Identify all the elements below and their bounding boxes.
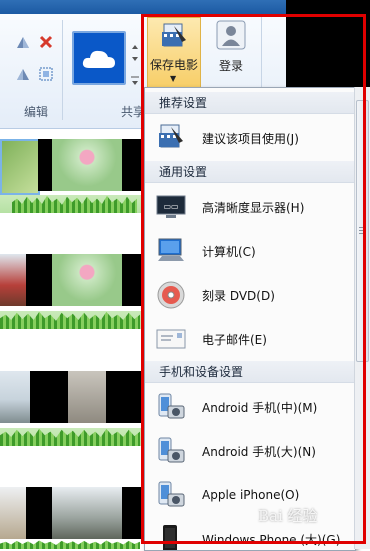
menu-item-label: 电子邮件(E) [202,332,267,347]
menu-item-burn-dvd[interactable]: 刻录 DVD(D) [145,273,355,317]
menu-item-computer[interactable]: 计算机(C) [145,229,355,273]
group-label-share: 共享 [121,105,146,119]
cloud-icon [82,50,115,68]
login-button[interactable]: 登录 [208,17,254,79]
clip-thumbnail[interactable] [30,371,68,423]
section-header-recommended: 推荐设置 [145,92,355,114]
section-header-devices: 手机和设备设置 [145,361,355,383]
rotate-right-icon[interactable] [13,64,33,84]
clip-thumbnail[interactable] [0,371,30,423]
clip-thumbnail[interactable] [122,139,145,191]
email-icon [155,323,187,355]
menu-item-iphone[interactable]: Apple iPhone(O) [145,473,355,517]
save-movie-button[interactable]: 保存电影 ▼ [147,17,201,91]
clip-thumbnail[interactable] [0,487,26,539]
menu-item-windows-phone[interactable]: Windows Phone (大)(G) [145,517,355,550]
clip-thumbnail[interactable] [0,254,26,306]
iphone-icon [155,479,187,511]
clip-thumbnail[interactable] [52,487,122,539]
hd-display-icon: ▭▭ [155,191,187,223]
clip-thumbnail[interactable] [52,254,122,306]
menu-item-email[interactable]: 电子邮件(E) [145,317,355,361]
user-icon [216,20,246,50]
save-movie-label: 保存电影 [149,58,198,72]
dvd-icon [155,279,187,311]
svg-text:▭▭: ▭▭ [163,202,178,211]
windows-phone-icon [155,523,187,550]
clip-thumbnail[interactable] [26,254,52,306]
save-movie-menu: 推荐设置 建议该项目使用(J) 通用设置 ▭▭ 高清晰度显示器(H) 计算机(C… [144,87,356,551]
group-label-edit: 编辑 [24,105,49,119]
clip-thumbnail[interactable] [122,254,145,306]
clip-thumbnail[interactable] [52,139,122,191]
menu-item-label: Windows Phone (大)(G) [202,532,341,547]
section-header-general: 通用设置 [145,161,355,183]
recommend-icon [155,122,187,154]
android-phone-icon [155,391,187,423]
menu-item-recommended[interactable]: 建议该项目使用(J) [145,116,355,160]
clip-thumbnail[interactable] [38,139,52,191]
menu-item-label: Android 手机(中)(M) [202,400,318,415]
chevron-down-icon: ▼ [170,74,177,83]
select-all-icon[interactable] [36,64,56,84]
menu-item-label: 计算机(C) [202,244,256,259]
rotate-left-icon[interactable] [13,32,33,52]
clip-thumbnail[interactable] [68,371,106,423]
clip-thumbnail[interactable] [106,371,145,423]
watermark: Bai 经验 [258,507,318,525]
menu-item-label: 高清晰度显示器(H) [202,200,305,215]
login-label: 登录 [218,59,243,73]
separator [62,20,63,120]
gallery-scroll[interactable] [129,31,141,91]
onedrive-button[interactable] [72,31,126,85]
android-phone-icon [155,435,187,467]
menu-item-hd-display[interactable]: ▭▭ 高清晰度显示器(H) [145,185,355,229]
film-save-icon [162,23,186,47]
menu-item-android-medium[interactable]: Android 手机(中)(M) [145,385,355,429]
menu-item-label: Apple iPhone(O) [202,488,300,502]
clip-thumbnail[interactable] [122,487,145,539]
clip-thumbnail[interactable] [26,487,52,539]
clip-thumbnail[interactable] [0,139,40,195]
scrollbar-thumb[interactable] [356,100,369,362]
menu-item-android-large[interactable]: Android 手机(大)(N) [145,429,355,473]
delete-icon[interactable] [36,32,56,52]
computer-icon [155,235,187,267]
menu-item-label: Android 手机(大)(N) [202,444,316,459]
menu-item-label: 建议该项目使用(J) [202,131,299,146]
menu-item-label: 刻录 DVD(D) [202,288,275,303]
